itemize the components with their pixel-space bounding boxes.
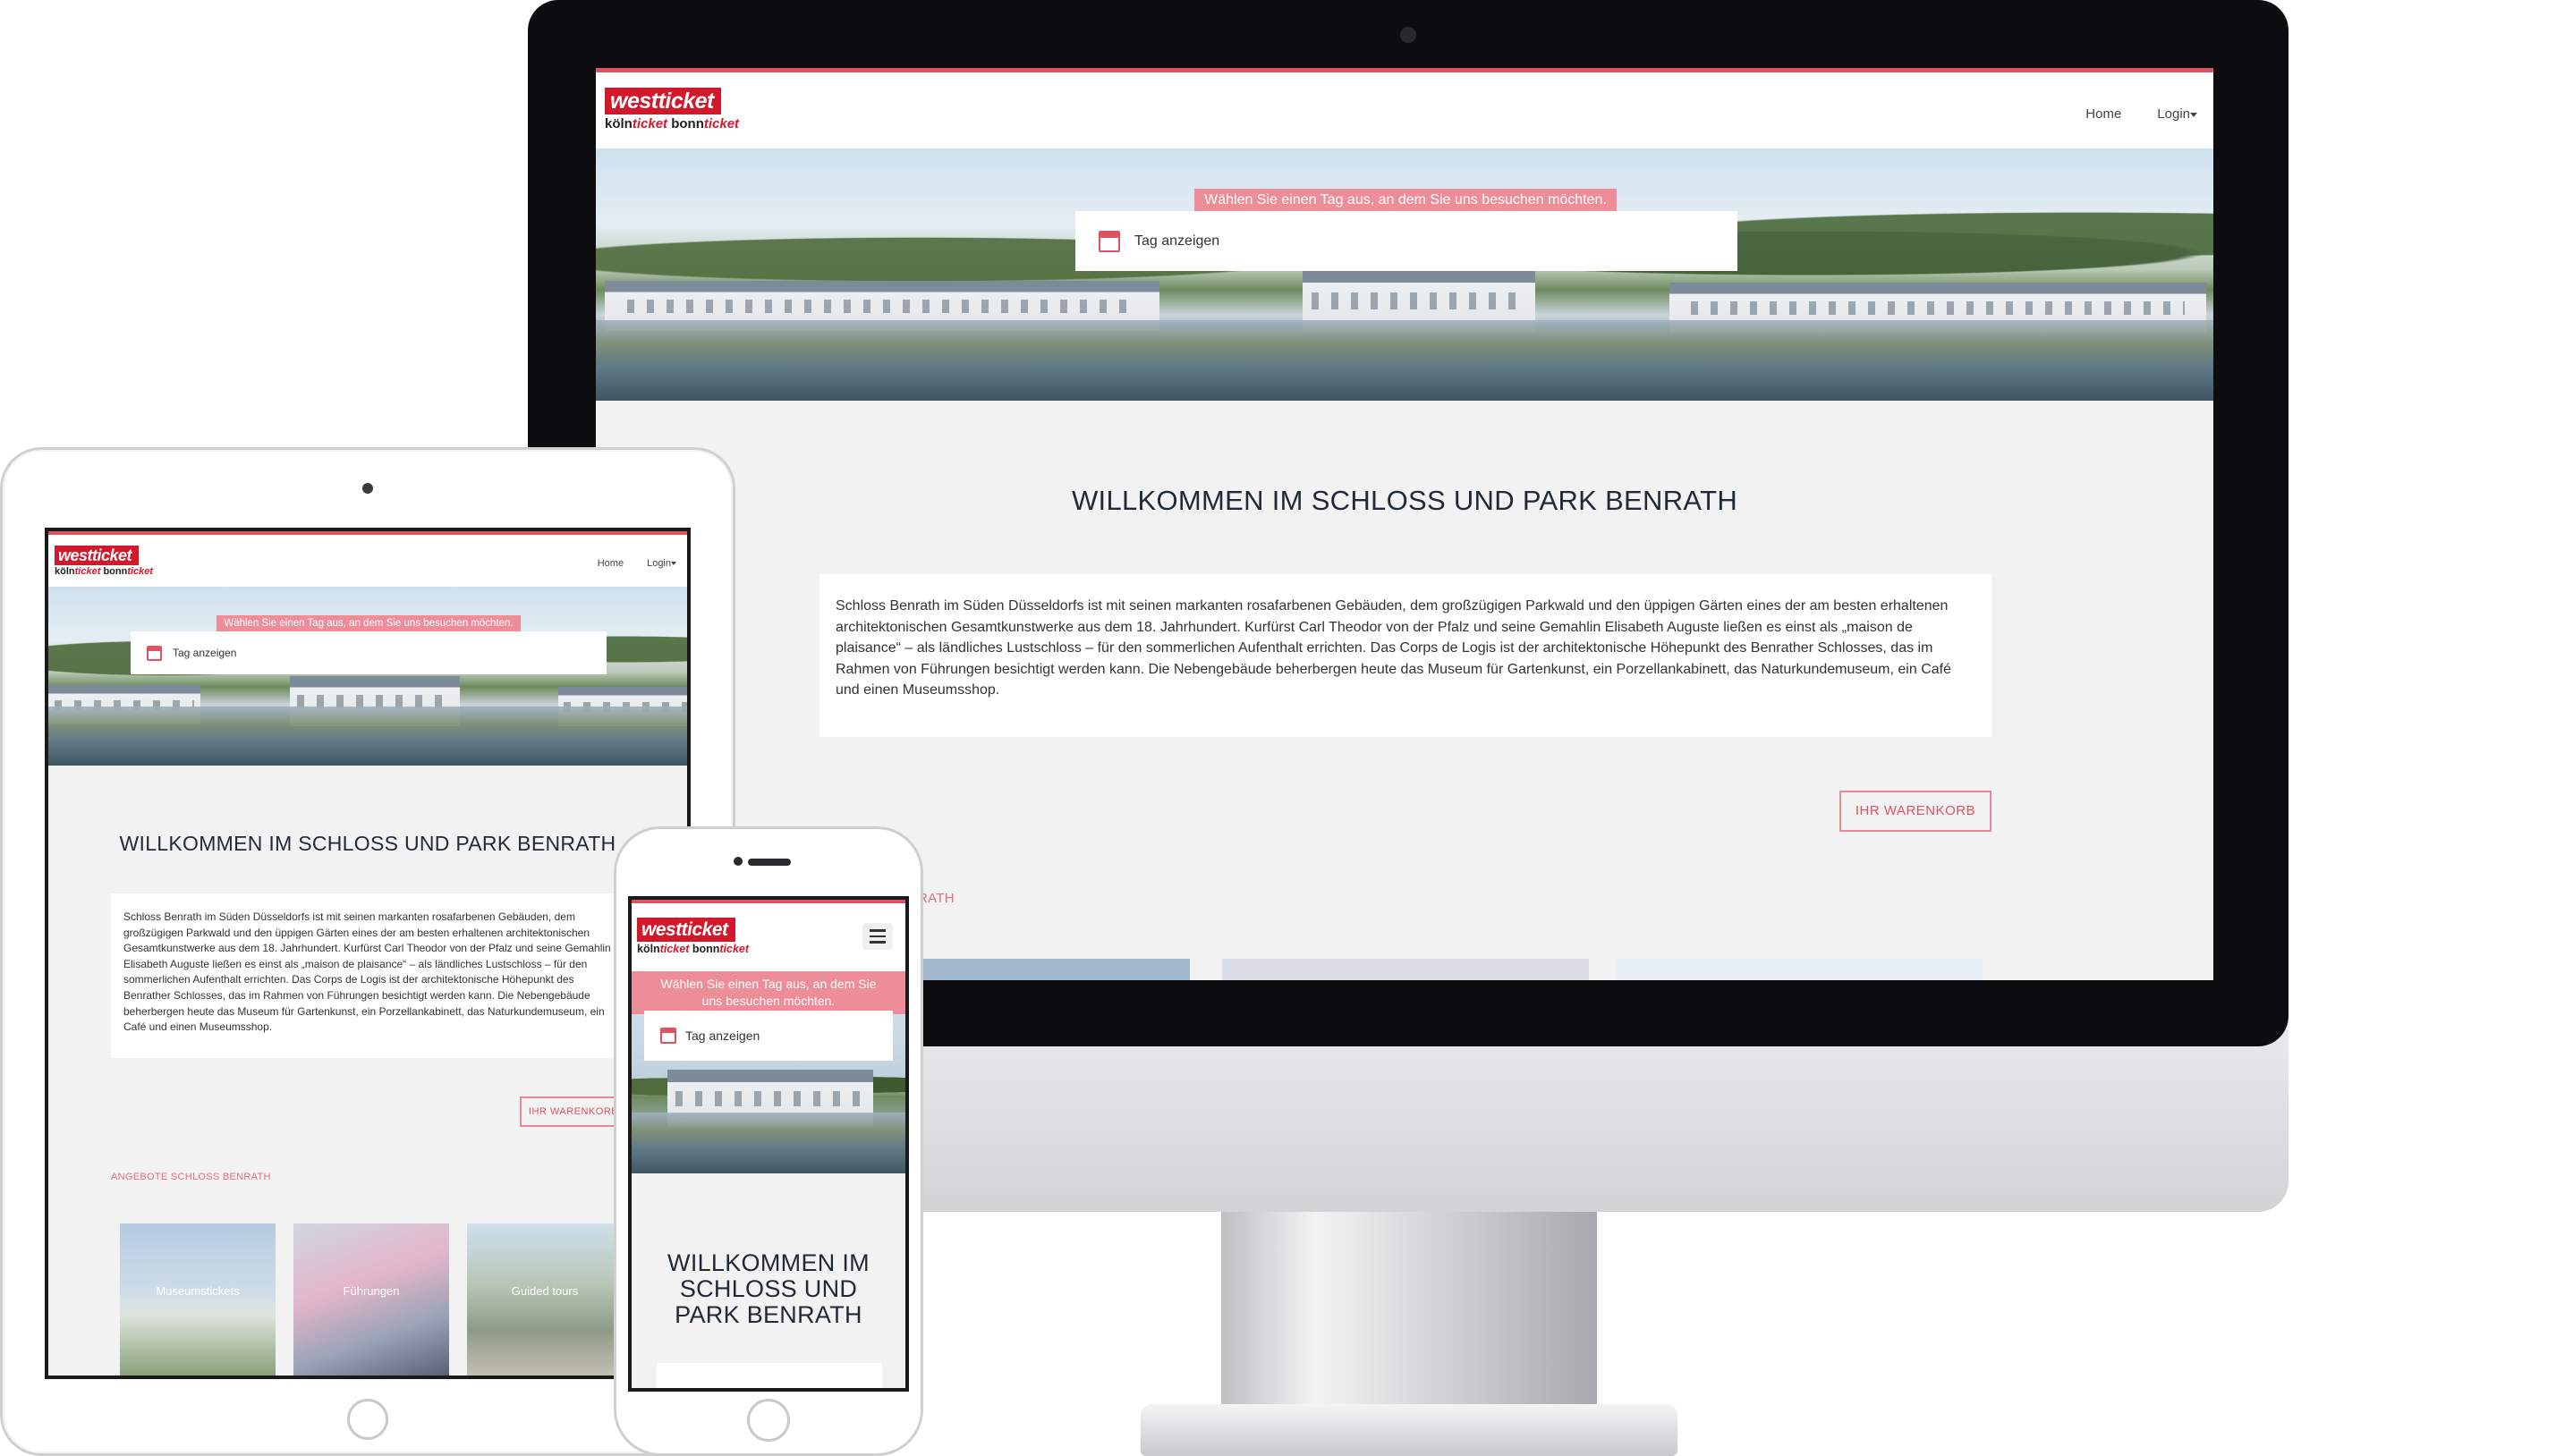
caret-down-icon: [671, 562, 676, 566]
navbar: westticket kölnticket bonnticket Home Lo…: [48, 531, 687, 587]
page-title: WILLKOMMEN IM SCHLOSS UND PARK BENRATH: [1071, 485, 1738, 516]
imac-stand-base: [1141, 1404, 1677, 1456]
calendar-icon: [1099, 230, 1120, 252]
hamburger-menu-icon[interactable]: [862, 923, 893, 950]
ipad-home-button: [347, 1399, 388, 1440]
imac-stand-neck: [1221, 1212, 1597, 1413]
page-title: WILLKOMMEN IM SCHLOSS UND PARK BENRATH: [119, 832, 616, 855]
hero-image: Wählen Sie einen Tag aus, an dem Sie uns…: [632, 971, 905, 1173]
offer-tile-tours[interactable]: Führungen: [293, 1223, 449, 1376]
logo-wordmark: westticket: [55, 546, 139, 565]
logo-subline: kölnticket bonnticket: [55, 566, 154, 577]
nav-home-link[interactable]: Home: [2085, 106, 2121, 122]
offer-tile-tours[interactable]: [1222, 959, 1589, 980]
tablet-website: westticket kölnticket bonnticket Home Lo…: [48, 531, 687, 1376]
nav-links: Home Login: [598, 558, 676, 569]
hero-water: [48, 707, 687, 766]
offer-tile-guided[interactable]: Guided tours: [467, 1223, 623, 1376]
westticket-logo[interactable]: westticket kölnticket bonnticket: [605, 88, 739, 138]
date-picker-placeholder: Tag anzeigen: [173, 647, 237, 659]
calendar-icon: [147, 645, 162, 661]
nav-links: Home Login: [2085, 106, 2197, 122]
offer-tile-guided[interactable]: [1616, 959, 1983, 980]
nav-home-link[interactable]: Home: [598, 558, 624, 569]
hero-water: [596, 320, 2213, 401]
iphone-speaker: [748, 859, 791, 866]
westticket-logo[interactable]: westticket kölnticket bonnticket: [55, 546, 153, 581]
intro-text: Schloss Benrath im Süden Düsseldorfs ist…: [111, 893, 626, 1058]
nav-login-dropdown[interactable]: Login: [2157, 106, 2197, 122]
caret-down-icon: [2190, 112, 2197, 117]
logo-wordmark: westticket: [605, 88, 721, 114]
cart-button[interactable]: IHR WARENKORB: [1839, 791, 1991, 832]
page-title: WILLKOMMEN IM SCHLOSS UND PARK BENRATH: [667, 1249, 870, 1328]
calendar-icon: [660, 1028, 676, 1044]
mobile-website: westticket kölnticket bonnticket Wählen …: [632, 900, 905, 1388]
hero-image: Wählen Sie einen Tag aus, an dem Sie uns…: [48, 587, 687, 766]
hero-water: [632, 1113, 905, 1173]
date-picker-placeholder: Tag anzeigen: [1134, 233, 1220, 249]
intro-card: [657, 1363, 882, 1388]
navbar: westticket kölnticket bonnticket Home Lo…: [596, 68, 2213, 148]
iphone-home-button: [747, 1399, 790, 1442]
ipad-camera: [362, 483, 373, 494]
logo-subline: kölnticket bonnticket: [605, 116, 740, 131]
hero-image: Wählen Sie einen Tag aus, an dem Sie uns…: [596, 148, 2213, 401]
date-picker-input[interactable]: Tag anzeigen: [131, 631, 607, 674]
offers-section-label: ANGEBOTE SCHLOSS BENRATH: [111, 1172, 271, 1182]
logo-subline: kölnticket bonnticket: [637, 943, 750, 955]
imac-camera: [1400, 27, 1416, 43]
nav-login-dropdown[interactable]: Login: [647, 558, 676, 569]
nav-login-label: Login: [647, 558, 671, 569]
logo-wordmark: westticket: [637, 918, 735, 942]
nav-login-label: Login: [2157, 106, 2190, 122]
offer-tile-museum[interactable]: Museumstickets: [120, 1223, 276, 1376]
hero-banner: Wählen Sie einen Tag aus, an dem Sie uns…: [632, 971, 905, 1014]
iphone-camera: [734, 857, 743, 866]
offer-tile-label: Guided tours: [511, 1284, 579, 1298]
offer-tile-label: Führungen: [343, 1284, 400, 1298]
intro-text: Schloss Benrath im Süden Düsseldorfs ist…: [819, 574, 1991, 737]
hero-banner: Wählen Sie einen Tag aus, an dem Sie uns…: [217, 615, 521, 631]
date-picker-placeholder: Tag anzeigen: [685, 1029, 760, 1043]
offer-tile-label: Museumstickets: [156, 1284, 240, 1298]
date-picker-input[interactable]: Tag anzeigen: [1075, 211, 1737, 271]
hero-banner: Wählen Sie einen Tag aus, an dem Sie uns…: [1194, 189, 1617, 212]
cart-button[interactable]: IHR WARENKORB: [520, 1096, 627, 1127]
westticket-logo[interactable]: westticket kölnticket bonnticket: [637, 918, 749, 959]
navbar: westticket kölnticket bonnticket: [632, 900, 905, 971]
date-picker-input[interactable]: Tag anzeigen: [644, 1011, 893, 1061]
